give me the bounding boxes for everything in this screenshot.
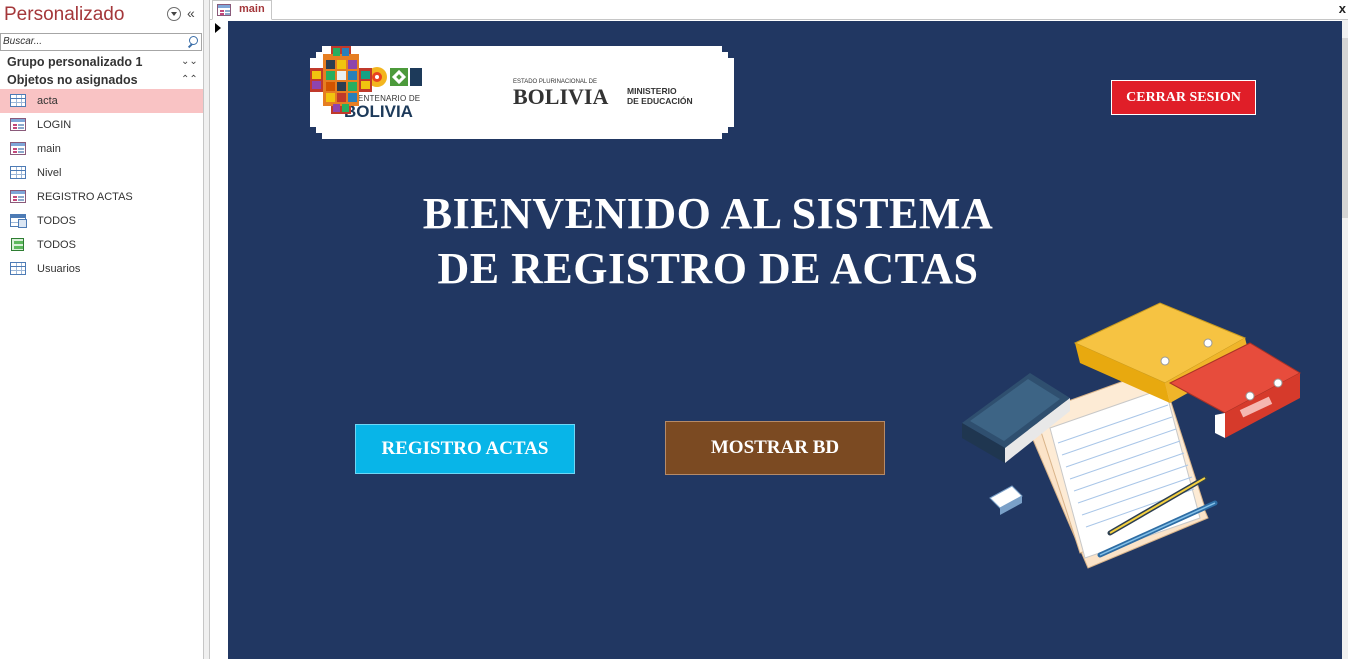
chakana-emblem-icon: [310, 46, 372, 114]
nav-item-todos-report[interactable]: TODOS: [0, 233, 203, 257]
bolivia-wordmark: BOLIVIA: [513, 84, 609, 109]
ministry-logo-banner: BICENTENARIO DE BOLIVIA ESTADO PLURINACI…: [310, 46, 734, 139]
form-icon: [217, 4, 231, 16]
nav-group-objetos-no-asignados[interactable]: Objetos no asignados ⌃⌃: [0, 71, 203, 89]
document-area: main x BICENTENARIO DE BOLIVIA ESTADO PL…: [210, 0, 1348, 659]
nav-header: Personalizado «: [0, 0, 203, 30]
nav-item-todos-query[interactable]: TODOS: [0, 209, 203, 233]
welcome-line1: BIENVENIDO AL SISTEMA: [422, 189, 994, 238]
mostrar-bd-button[interactable]: MOSTRAR BD: [665, 421, 885, 475]
books-and-papers-illustration: [962, 302, 1302, 569]
eraser-icon: [989, 485, 1023, 515]
nav-item-main[interactable]: main: [0, 137, 203, 161]
registro-actas-button[interactable]: REGISTRO ACTAS: [355, 424, 575, 474]
nav-item-label: REGISTRO ACTAS: [37, 191, 133, 203]
search-input[interactable]: Buscar...: [0, 33, 202, 51]
query-icon: [10, 214, 27, 228]
chevron-expand-icon: ⌄⌄: [181, 56, 198, 67]
nav-dropdown-icon[interactable]: [167, 7, 181, 21]
vertical-scrollbar[interactable]: [1342, 20, 1348, 659]
navigation-pane: Personalizado « Buscar... Grupo personal…: [0, 0, 203, 659]
welcome-line2: DE REGISTRO DE ACTAS: [437, 244, 979, 293]
main-form: BICENTENARIO DE BOLIVIA ESTADO PLURINACI…: [228, 21, 1342, 659]
nav-item-label: acta: [37, 95, 58, 107]
nav-item-label: TODOS: [37, 239, 76, 251]
current-record-arrow-icon: [215, 23, 221, 33]
tab-main[interactable]: main: [212, 0, 272, 20]
nav-item-label: Usuarios: [37, 263, 81, 275]
form-icon: [10, 118, 26, 131]
table-icon: [10, 94, 26, 107]
logout-button[interactable]: CERRAR SESION: [1111, 80, 1256, 115]
tab-label: main: [239, 3, 265, 15]
nav-item-acta[interactable]: acta: [0, 89, 203, 113]
collapse-pane-icon[interactable]: «: [187, 5, 195, 21]
report-icon: [11, 238, 24, 251]
nav-group-grupo-personalizado[interactable]: Grupo personalizado 1 ⌄⌄: [0, 53, 203, 71]
nav-item-label: TODOS: [37, 215, 76, 227]
scrollbar-thumb[interactable]: [1342, 38, 1348, 218]
nav-object-list: acta LOGIN main Nivel REGISTRO ACTAS TOD…: [0, 89, 203, 281]
form-icon: [10, 142, 26, 155]
nav-item-label: Nivel: [37, 167, 62, 179]
chevron-collapse-icon: ⌃⌃: [181, 74, 198, 85]
pane-splitter[interactable]: [203, 0, 210, 659]
ministerio-text: MINISTERIO DE EDUCACIÓN: [627, 86, 693, 106]
record-selector[interactable]: [210, 20, 228, 659]
nav-item-label: main: [37, 143, 61, 155]
nav-item-login[interactable]: LOGIN: [0, 113, 203, 137]
form-icon: [10, 190, 26, 203]
ministerio-line1: MINISTERIO: [627, 86, 677, 96]
nav-item-registro-actas[interactable]: REGISTRO ACTAS: [0, 185, 203, 209]
nav-group-label: Objetos no asignados: [7, 73, 138, 87]
nav-item-label: LOGIN: [37, 119, 72, 131]
search-icon[interactable]: [184, 35, 200, 49]
nav-title[interactable]: Personalizado: [4, 4, 124, 26]
ministerio-line2: DE EDUCACIÓN: [627, 96, 693, 106]
nav-item-nivel[interactable]: Nivel: [0, 161, 203, 185]
welcome-heading: BIENVENIDO AL SISTEMA DE REGISTRO DE ACT…: [368, 186, 1048, 296]
close-icon[interactable]: x: [1339, 1, 1346, 16]
table-icon: [10, 166, 26, 179]
nav-group-label: Grupo personalizado 1: [7, 55, 143, 69]
nav-item-usuarios[interactable]: Usuarios: [0, 257, 203, 281]
search-placeholder: Buscar...: [3, 36, 43, 47]
table-icon: [10, 262, 26, 275]
document-tab-bar: main x: [210, 0, 1348, 20]
